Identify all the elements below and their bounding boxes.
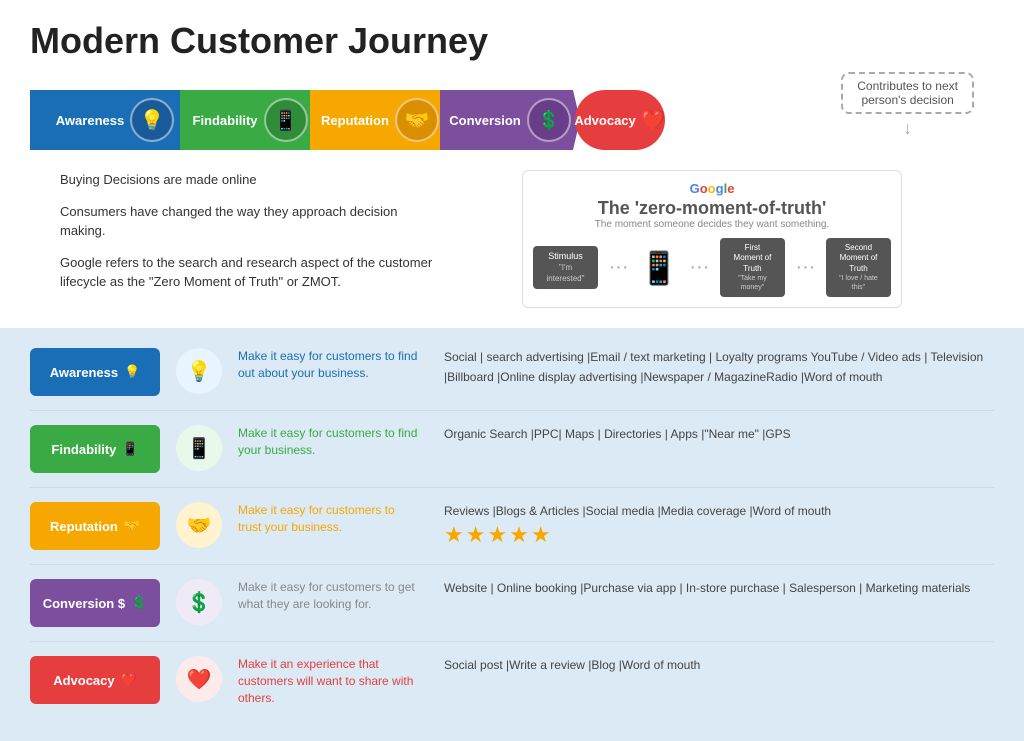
journey-row-conversion: Conversion $ 💲 💲 Make it easy for custom…: [30, 579, 994, 642]
advocacy-label: Advocacy: [574, 113, 635, 128]
findability-icon: 📱: [273, 108, 298, 133]
reputation-label: Reputation: [321, 113, 389, 128]
findability-icon-circle: 📱: [264, 98, 308, 142]
findability-examples: Organic Search |PPC| Maps | Directories …: [444, 425, 994, 444]
funnel-area: Contributes to nextperson's decision ↓ A…: [30, 80, 994, 160]
down-arrow-icon: ↓: [841, 118, 974, 139]
conversion-row-circle-icon: 💲: [187, 590, 212, 615]
funnel-awareness: Awareness 💡: [30, 90, 190, 150]
funnel-conversion: Conversion 💲: [440, 90, 580, 150]
zmot-first-moment-box: FirstMoment of Truth "Take my money": [720, 238, 785, 297]
reputation-row-icon: 🤝: [124, 518, 140, 534]
label-advocacy: Advocacy ❤️: [30, 656, 160, 704]
advocacy-heart-icon: ❤️: [641, 108, 666, 133]
zmot-title: The 'zero-moment-of-truth': [533, 198, 891, 219]
conversion-description: Make it easy for customers to get what t…: [238, 579, 428, 613]
zmot-stimulus-label: Stimulus: [539, 251, 592, 263]
flow-dots2-icon: ···: [683, 256, 716, 279]
awareness-row-icon-circle: 💡: [176, 348, 222, 394]
phone-icon: 📱: [639, 249, 679, 287]
google-zmot-text: Google refers to the search and research…: [60, 253, 440, 292]
findability-row-icon: 📱: [122, 441, 138, 457]
conversion-row-icon: 💲: [131, 595, 147, 611]
awareness-row-circle-icon: 💡: [187, 359, 212, 384]
advocacy-row-circle-icon: ❤️: [187, 667, 212, 692]
funnel-findability: Findability 📱: [180, 90, 320, 150]
advocacy-examples: Social post |Write a review |Blog |Word …: [444, 656, 994, 675]
zmot-second-label: SecondMoment of Truth: [832, 243, 885, 274]
zmot-first-label: FirstMoment of Truth: [726, 243, 779, 274]
reputation-icon: 🤝: [404, 108, 429, 133]
flow-dots3-icon: ···: [789, 256, 822, 279]
contributes-text: Contributes to nextperson's decision: [841, 72, 974, 114]
reputation-stars: ★★★★★: [444, 522, 994, 548]
findability-description: Make it easy for customers to find your …: [238, 425, 428, 459]
bottom-section: Awareness 💡 💡 Make it easy for customers…: [0, 328, 1024, 740]
zmot-visual: Google The 'zero-moment-of-truth' The mo…: [522, 170, 902, 308]
advocacy-row-label: Advocacy: [53, 673, 114, 688]
zmot-block: Google The 'zero-moment-of-truth' The mo…: [460, 170, 964, 308]
awareness-row-icon: 💡: [124, 364, 140, 380]
findability-label: Findability: [193, 113, 258, 128]
awareness-label: Awareness: [56, 113, 124, 128]
awareness-row-label: Awareness: [50, 365, 118, 380]
reputation-examples-area: Reviews |Blogs & Articles |Social media …: [444, 502, 994, 547]
advocacy-description: Make it an experience that customers wil…: [238, 656, 428, 706]
page-title: Modern Customer Journey: [30, 20, 994, 62]
buying-decisions-text: Buying Decisions are made online: [60, 170, 440, 190]
label-awareness: Awareness 💡: [30, 348, 160, 396]
label-reputation: Reputation 🤝: [30, 502, 160, 550]
zmot-second-moment-box: SecondMoment of Truth "I love / hate thi…: [826, 238, 891, 297]
awareness-icon-circle: 💡: [130, 98, 174, 142]
funnel-advocacy: Advocacy ❤️: [575, 90, 665, 150]
conversion-icon-circle: 💲: [527, 98, 571, 142]
content-row: Buying Decisions are made online Consume…: [30, 170, 994, 308]
zmot-flow: Stimulus "I'm interested" ··· 📱 ··· Firs…: [533, 238, 891, 297]
top-section: Modern Customer Journey Contributes to n…: [0, 0, 1024, 318]
conversion-row-icon-circle: 💲: [176, 579, 222, 625]
findability-row-circle-icon: 📱: [187, 436, 212, 461]
conversion-examples: Website | Online booking |Purchase via a…: [444, 579, 994, 598]
advocacy-row-icon: ❤️: [121, 672, 137, 688]
label-findability: Findability 📱: [30, 425, 160, 473]
zmot-first-sub: "Take my money": [726, 274, 779, 292]
awareness-icon: 💡: [140, 108, 165, 133]
journey-row-awareness: Awareness 💡 💡 Make it easy for customers…: [30, 348, 994, 411]
reputation-row-circle-icon: 🤝: [187, 513, 212, 538]
awareness-examples: Social | search advertising |Email / tex…: [444, 348, 994, 386]
label-conversion: Conversion $ 💲: [30, 579, 160, 627]
zmot-second-sub: "I love / hate this": [832, 274, 885, 292]
reputation-examples: Reviews |Blogs & Articles |Social media …: [444, 502, 994, 521]
contributes-box: Contributes to nextperson's decision ↓: [841, 72, 974, 139]
google-logo: Google: [533, 181, 891, 196]
zmot-stimulus-box: Stimulus "I'm interested": [533, 246, 598, 288]
reputation-description: Make it easy for customers to trust your…: [238, 502, 428, 536]
flow-dots-icon: ···: [602, 256, 635, 279]
zmot-stimulus-sub: "I'm interested": [539, 263, 592, 284]
findability-row-icon-circle: 📱: [176, 425, 222, 471]
funnel-reputation: Reputation 🤝: [310, 90, 450, 150]
reputation-row-label: Reputation: [50, 519, 118, 534]
journey-row-reputation: Reputation 🤝 🤝 Make it easy for customer…: [30, 502, 994, 565]
conversion-row-label: Conversion $: [43, 596, 125, 611]
zmot-subtitle: The moment someone decides they want som…: [533, 219, 891, 230]
consumers-changed-text: Consumers have changed the way they appr…: [60, 202, 440, 241]
journey-row-findability: Findability 📱 📱 Make it easy for custome…: [30, 425, 994, 488]
conversion-label: Conversion: [449, 113, 521, 128]
journey-row-advocacy: Advocacy ❤️ ❤️ Make it an experience tha…: [30, 656, 994, 720]
awareness-description: Make it easy for customers to find out a…: [238, 348, 428, 382]
reputation-icon-circle: 🤝: [395, 98, 439, 142]
advocacy-row-icon-circle: ❤️: [176, 656, 222, 702]
conversion-icon: 💲: [538, 110, 560, 131]
findability-row-label: Findability: [51, 442, 116, 457]
left-text-block: Buying Decisions are made online Consume…: [60, 170, 440, 308]
reputation-row-icon-circle: 🤝: [176, 502, 222, 548]
